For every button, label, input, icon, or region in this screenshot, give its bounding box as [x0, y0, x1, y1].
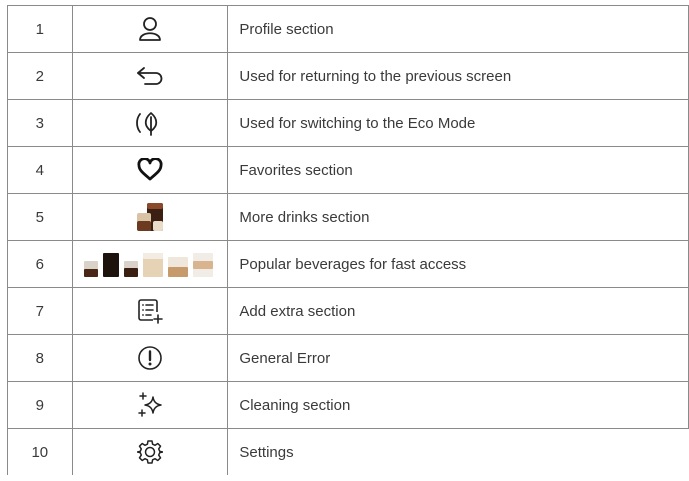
row-description: Used for switching to the Eco Mode	[227, 99, 689, 147]
icon-legend-table: 1 Profile section 2 Used for returning t…	[7, 5, 689, 475]
more-drinks-icon	[133, 201, 167, 233]
table-row: 8 General Error	[7, 334, 689, 382]
row-number: 5	[7, 193, 73, 241]
row-number: 4	[7, 146, 73, 194]
table-row: 10 Settings	[7, 428, 689, 475]
heart-icon	[136, 158, 164, 182]
eco-leaf-icon	[135, 110, 165, 136]
table-row: 7 Add extra section	[7, 287, 689, 335]
settings-gear-icon	[136, 439, 163, 465]
table-row: 5 More drinks section	[7, 193, 689, 241]
row-number: 8	[7, 334, 73, 382]
row-number: 7	[7, 287, 73, 335]
error-exclamation-icon	[137, 345, 163, 371]
table-row: 3 Used for switching to the Eco Mode	[7, 99, 689, 147]
row-description: Favorites section	[227, 146, 689, 194]
user-profile-icon	[138, 16, 162, 42]
row-description: Used for returning to the previous scree…	[227, 52, 689, 100]
row-description: More drinks section	[227, 193, 689, 241]
row-number: 10	[7, 428, 73, 475]
table-row: 2 Used for returning to the previous scr…	[7, 52, 689, 100]
row-description: Profile section	[227, 5, 689, 53]
back-arrow-icon	[136, 66, 164, 86]
popular-beverages-icon	[82, 249, 218, 279]
row-number: 6	[7, 240, 73, 288]
row-number: 9	[7, 381, 73, 429]
table-row: 9 Cleaning section	[7, 381, 689, 429]
table-row: 6 Popular beverages for fast access	[7, 240, 689, 288]
table-row: 1 Profile section	[7, 5, 689, 53]
row-description: Settings	[227, 428, 689, 475]
sparkles-icon	[136, 391, 164, 419]
row-description: Add extra section	[227, 287, 689, 335]
row-description: Cleaning section	[227, 381, 689, 429]
row-description: General Error	[227, 334, 689, 382]
table-row: 4 Favorites section	[7, 146, 689, 194]
add-extra-list-icon	[137, 298, 163, 324]
row-description: Popular beverages for fast access	[227, 240, 689, 288]
row-number: 3	[7, 99, 73, 147]
row-number: 2	[7, 52, 73, 100]
row-number: 1	[7, 5, 73, 53]
